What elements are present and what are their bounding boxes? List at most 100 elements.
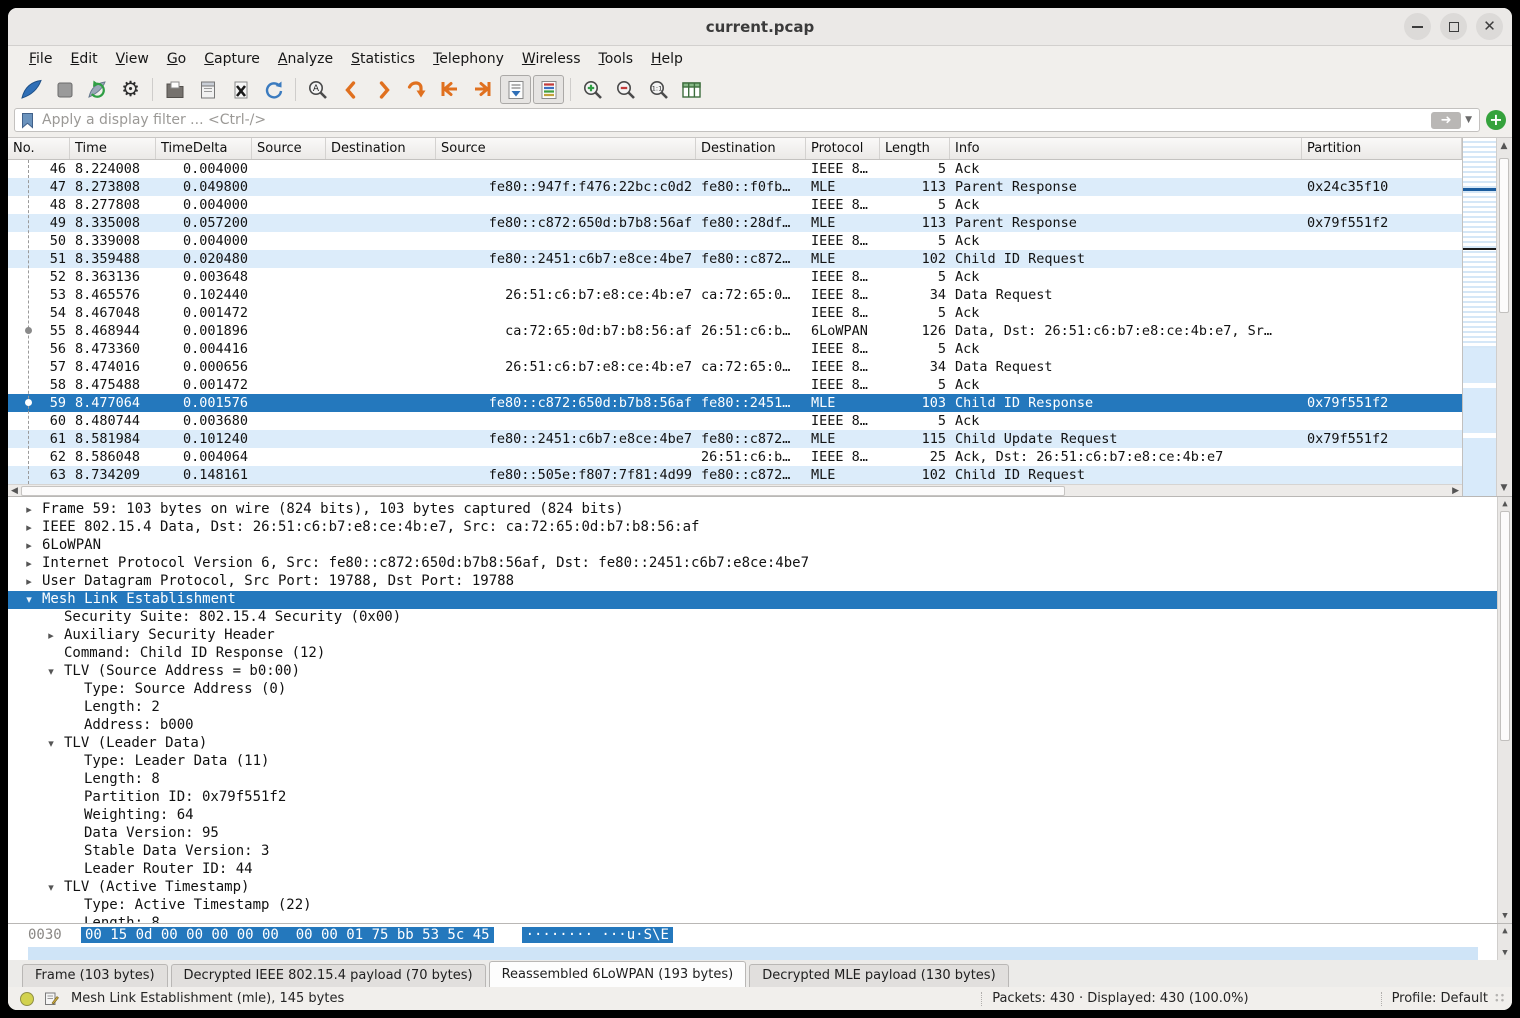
menu-analyze[interactable]: Analyze xyxy=(269,49,342,69)
hscroll-thumb[interactable] xyxy=(21,486,1065,496)
hex-scroll-up-icon[interactable]: ▲ xyxy=(1498,926,1512,936)
packet-row-56[interactable]: 568.4733600.004416IEEE 8…5Ack xyxy=(8,340,1462,358)
expand-arrow-icon[interactable]: ▸ xyxy=(22,575,36,588)
capture-comment-icon[interactable] xyxy=(44,991,59,1006)
vscroll-thumb[interactable] xyxy=(1499,158,1509,313)
zoom-original-button[interactable]: 1:1 xyxy=(643,75,674,104)
add-filter-button[interactable]: + xyxy=(1486,110,1506,130)
hex-bytes-selected[interactable]: 00 15 0d 00 00 00 00 00 00 00 01 75 bb 5… xyxy=(81,927,494,943)
packet-row-51[interactable]: 518.3594880.020480fe80::2451:c6b7:e8ce:4… xyxy=(8,250,1462,268)
detail-row[interactable]: Length: 8 xyxy=(8,915,1512,923)
packet-row-61[interactable]: 618.5819840.101240fe80::2451:c6b7:e8ce:4… xyxy=(8,430,1462,448)
find-packet-button[interactable]: A xyxy=(302,75,333,104)
go-to-packet-button[interactable] xyxy=(401,75,432,104)
restart-capture-button[interactable] xyxy=(82,75,113,104)
go-forward-button[interactable] xyxy=(368,75,399,104)
close-file-button[interactable] xyxy=(225,75,256,104)
packet-row-63[interactable]: 638.7342090.148161fe80::505e:f807:7f81:4… xyxy=(8,466,1462,484)
menu-view[interactable]: View xyxy=(107,49,158,69)
packet-row-49[interactable]: 498.3350080.057200fe80::c872:650d:b7b8:5… xyxy=(8,214,1462,232)
detail-row[interactable]: Length: 8 xyxy=(8,771,1512,789)
packet-row-60[interactable]: 608.4807440.003680IEEE 8…5Ack xyxy=(8,412,1462,430)
expand-arrow-icon[interactable]: ▸ xyxy=(22,557,36,570)
stop-capture-button[interactable] xyxy=(49,75,80,104)
open-file-button[interactable] xyxy=(159,75,190,104)
detail-row[interactable]: Length: 2 xyxy=(8,699,1512,717)
column-header-no-0[interactable]: No. xyxy=(8,138,70,159)
detail-row[interactable]: ▾TLV (Leader Data) xyxy=(8,735,1512,753)
capture-options-button[interactable]: ⚙ xyxy=(115,75,146,104)
reload-file-button[interactable] xyxy=(258,75,289,104)
collapse-arrow-icon[interactable]: ▾ xyxy=(44,665,58,678)
column-header-protocol-7[interactable]: Protocol xyxy=(806,138,880,159)
byte-tab-decrypted-ieee-802-15-4-payload-70-bytes[interactable]: Decrypted IEEE 802.15.4 payload (70 byte… xyxy=(171,964,486,987)
expert-info-icon[interactable] xyxy=(20,992,34,1006)
expand-arrow-icon[interactable]: ▸ xyxy=(22,539,36,552)
display-filter-input[interactable]: Apply a display filter ... <Ctrl-/> ➜ ▼ xyxy=(14,108,1480,132)
menu-edit[interactable]: Edit xyxy=(61,49,106,69)
detail-row[interactable]: Data Version: 95 xyxy=(8,825,1512,843)
minimize-button[interactable] xyxy=(1404,13,1431,40)
bookmark-icon[interactable] xyxy=(20,112,35,129)
hscroll-right-arrow-icon[interactable]: ▶ xyxy=(1452,486,1459,496)
save-file-button[interactable] xyxy=(192,75,223,104)
packet-row-46[interactable]: 468.2240080.004000IEEE 8…5Ack xyxy=(8,160,1462,178)
first-packet-button[interactable] xyxy=(434,75,465,104)
column-header-time-1[interactable]: Time xyxy=(70,138,156,159)
detail-row[interactable]: Partition ID: 0x79f551f2 xyxy=(8,789,1512,807)
detail-row[interactable]: Address: b000 xyxy=(8,717,1512,735)
packet-row-47[interactable]: 478.2738080.049800fe80::947f:f476:22bc:c… xyxy=(8,178,1462,196)
start-capture-button[interactable] xyxy=(16,75,47,104)
detail-row[interactable]: Weighting: 64 xyxy=(8,807,1512,825)
detail-row[interactable]: ▾TLV (Source Address = b0:00) xyxy=(8,663,1512,681)
byte-tab-reassembled-6lowpan-193-bytes[interactable]: Reassembled 6LoWPAN (193 bytes) xyxy=(489,961,747,987)
details-scroll-up-icon[interactable]: ▲ xyxy=(1498,499,1512,509)
maximize-button[interactable] xyxy=(1440,13,1467,40)
column-header-info-9[interactable]: Info xyxy=(950,138,1302,159)
detail-row[interactable]: ▸Frame 59: 103 bytes on wire (824 bits),… xyxy=(8,501,1512,519)
menu-help[interactable]: Help xyxy=(642,49,692,69)
last-packet-button[interactable] xyxy=(467,75,498,104)
close-button[interactable]: ✕ xyxy=(1476,13,1503,40)
packet-row-54[interactable]: 548.4670480.001472IEEE 8…5Ack xyxy=(8,304,1462,322)
menu-go[interactable]: Go xyxy=(158,49,195,69)
hex-vscrollbar[interactable]: ▲ ▼ xyxy=(1497,924,1512,960)
packet-row-57[interactable]: 578.4740160.00065626:51:c6:b7:e8:ce:4b:e… xyxy=(8,358,1462,376)
resize-columns-button[interactable] xyxy=(676,75,707,104)
packet-row-50[interactable]: 508.3390080.004000IEEE 8…5Ack xyxy=(8,232,1462,250)
byte-tab-frame-103-bytes[interactable]: Frame (103 bytes) xyxy=(22,964,168,987)
details-vscrollbar[interactable]: ▲ ▼ xyxy=(1497,497,1512,923)
details-scroll-down-icon[interactable]: ▼ xyxy=(1498,911,1512,921)
column-header-partition-10[interactable]: Partition xyxy=(1302,138,1462,159)
detail-row[interactable]: Type: Active Timestamp (22) xyxy=(8,897,1512,915)
hex-ascii-selected[interactable]: ········ ···u·S\E xyxy=(522,927,673,943)
column-header-timedelta-2[interactable]: TimeDelta xyxy=(156,138,252,159)
collapse-arrow-icon[interactable]: ▾ xyxy=(44,737,58,750)
packet-row-59[interactable]: 598.4770640.001576fe80::c872:650d:b7b8:5… xyxy=(8,394,1462,412)
detail-row[interactable]: Security Suite: 802.15.4 Security (0x00) xyxy=(8,609,1512,627)
detail-row[interactable]: ▾Mesh Link Establishment xyxy=(8,591,1512,609)
auto-scroll-button[interactable] xyxy=(500,75,531,104)
detail-row[interactable]: Command: Child ID Response (12) xyxy=(8,645,1512,663)
packet-row-62[interactable]: 628.5860480.00406426:51:c6:b…IEEE 8…25Ac… xyxy=(8,448,1462,466)
menu-capture[interactable]: Capture xyxy=(195,49,269,69)
detail-row[interactable]: ▸IEEE 802.15.4 Data, Dst: 26:51:c6:b7:e8… xyxy=(8,519,1512,537)
hex-scroll-down-icon[interactable]: ▼ xyxy=(1498,948,1512,958)
intelligent-scrollbar-minimap[interactable] xyxy=(1462,138,1496,496)
column-header-source-3[interactable]: Source xyxy=(252,138,326,159)
vscroll-down-arrow-icon[interactable]: ▼ xyxy=(1497,483,1511,493)
expand-arrow-icon[interactable]: ▸ xyxy=(22,521,36,534)
vscroll-up-arrow-icon[interactable]: ▲ xyxy=(1497,141,1511,151)
zoom-out-button[interactable] xyxy=(610,75,641,104)
collapse-arrow-icon[interactable]: ▾ xyxy=(44,881,58,894)
menu-file[interactable]: File xyxy=(20,49,61,69)
detail-row[interactable]: Type: Source Address (0) xyxy=(8,681,1512,699)
byte-tab-decrypted-mle-payload-130-bytes[interactable]: Decrypted MLE payload (130 bytes) xyxy=(749,964,1008,987)
hex-row[interactable]: 0030 00 15 0d 00 00 00 00 00 00 00 01 75… xyxy=(8,927,673,943)
detail-row[interactable]: Leader Router ID: 44 xyxy=(8,861,1512,879)
expand-arrow-icon[interactable]: ▸ xyxy=(22,503,36,516)
detail-row[interactable]: ▸6LoWPAN xyxy=(8,537,1512,555)
colorize-packets-button[interactable] xyxy=(533,75,564,104)
detail-row[interactable]: ▾TLV (Active Timestamp) xyxy=(8,879,1512,897)
detail-row[interactable]: ▸Internet Protocol Version 6, Src: fe80:… xyxy=(8,555,1512,573)
